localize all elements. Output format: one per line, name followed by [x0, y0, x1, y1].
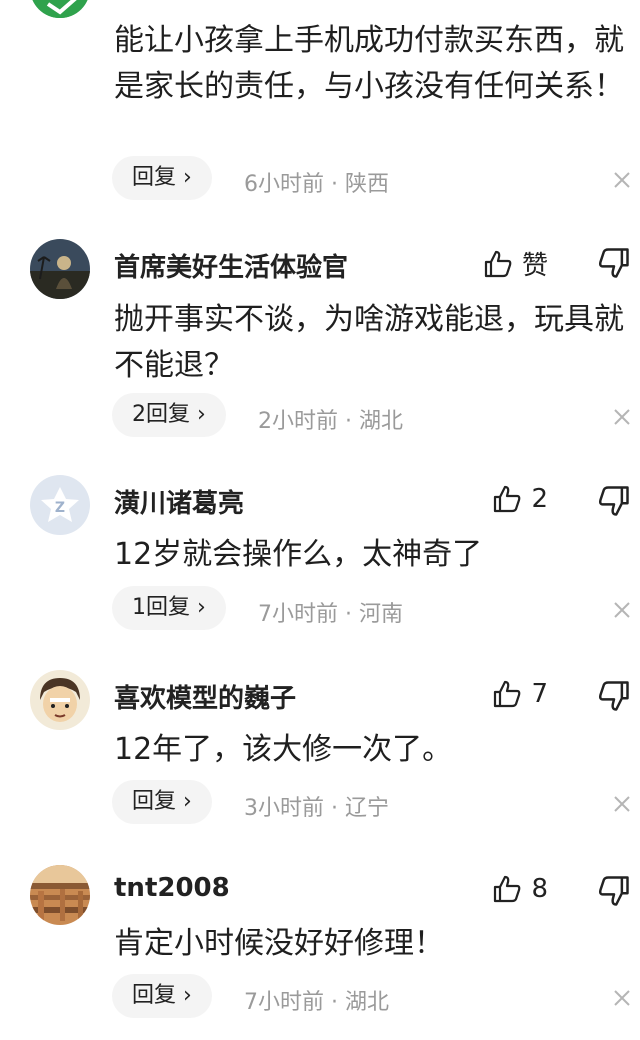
thumbs-down-icon[interactable]: [596, 483, 632, 519]
comment-meta: 2小时前 · 湖北: [258, 409, 403, 434]
username[interactable]: 首席美好生活体验官: [114, 247, 348, 284]
comment-text: 抛开事实不谈，为啥游戏能退，玩具就不能退？: [114, 302, 624, 383]
like-count: 7: [531, 679, 548, 709]
close-icon[interactable]: [612, 407, 632, 427]
close-icon[interactable]: [612, 600, 632, 620]
like-count: 2: [531, 484, 548, 514]
avatar-image: Z: [30, 475, 90, 535]
comment-item: Z 潢川诸葛亮 2 12岁就会操作么，太神奇了 1回复 › 7小时前 · 河南: [0, 455, 640, 650]
avatar-image: [30, 239, 90, 299]
comment-meta: 7小时前 · 河南: [258, 602, 403, 627]
comment-item: 首席美好生活体验官 赞 抛开事实不谈，为啥游戏能退，玩具就不能退？ 2回复 › …: [0, 215, 640, 455]
comment-item: tnt2008 8 肯定小时候没好好修理！ 回复 › 7小时前 · 湖北: [0, 845, 640, 1040]
comment-text: 肯定小时候没好好修理！: [114, 926, 444, 961]
username[interactable]: 潢川诸葛亮: [114, 483, 244, 520]
avatar[interactable]: [30, 865, 90, 925]
avatar[interactable]: [30, 670, 90, 730]
avatar[interactable]: Z: [30, 475, 90, 535]
close-icon[interactable]: [612, 170, 632, 190]
reply-button[interactable]: 1回复 ›: [112, 586, 226, 630]
comment-meta: 3小时前 · 辽宁: [244, 796, 389, 821]
comment-text: 能让小孩拿上手机成功付款买东西，就是家长的责任，与小孩没有任何关系！: [114, 23, 624, 104]
thumbs-up-icon: [494, 875, 521, 903]
reply-button[interactable]: 回复 ›: [112, 156, 212, 200]
like-button[interactable]: 8: [491, 873, 548, 905]
like-button[interactable]: 2: [491, 483, 548, 515]
svg-text:Z: Z: [55, 500, 65, 516]
comment-text: 12年了，该大修一次了。: [114, 732, 453, 767]
like-button[interactable]: 7: [491, 678, 548, 710]
thumbs-down-icon[interactable]: [596, 873, 632, 909]
comment-item: 喜欢模型的巍子 7 12年了，该大修一次了。 回复 › 3小时前 · 辽宁: [0, 650, 640, 845]
comment-meta: 6小时前 · 陕西: [244, 172, 389, 197]
avatar[interactable]: [30, 239, 90, 299]
thumbs-down-icon[interactable]: [596, 245, 632, 281]
reply-button[interactable]: 2回复 ›: [112, 393, 226, 437]
thumbs-down-icon[interactable]: [596, 678, 632, 714]
avatar-image: [30, 865, 90, 925]
close-icon[interactable]: [612, 794, 632, 814]
reply-button[interactable]: 回复 ›: [112, 974, 212, 1018]
thumbs-up-icon: [494, 485, 521, 513]
username[interactable]: tnt2008: [114, 873, 230, 903]
avatar-image: [30, 670, 90, 730]
thumbs-up-icon: [494, 680, 521, 708]
close-icon[interactable]: [612, 988, 632, 1008]
like-button[interactable]: 赞: [482, 245, 548, 282]
username[interactable]: 喜欢模型的巍子: [114, 678, 296, 715]
reply-button[interactable]: 回复 ›: [112, 780, 212, 824]
avatar-image: [30, 0, 90, 18]
comment-text: 12岁就会操作么，太神奇了: [114, 537, 483, 572]
comment-meta: 7小时前 · 湖北: [244, 990, 389, 1015]
like-count: 赞: [521, 251, 548, 281]
avatar[interactable]: [30, 0, 90, 18]
like-count: 8: [531, 874, 548, 904]
thumbs-up-icon: [484, 250, 512, 277]
comment-item: 能让小孩拿上手机成功付款买东西，就是家长的责任，与小孩没有任何关系！ 回复 › …: [0, 0, 640, 215]
